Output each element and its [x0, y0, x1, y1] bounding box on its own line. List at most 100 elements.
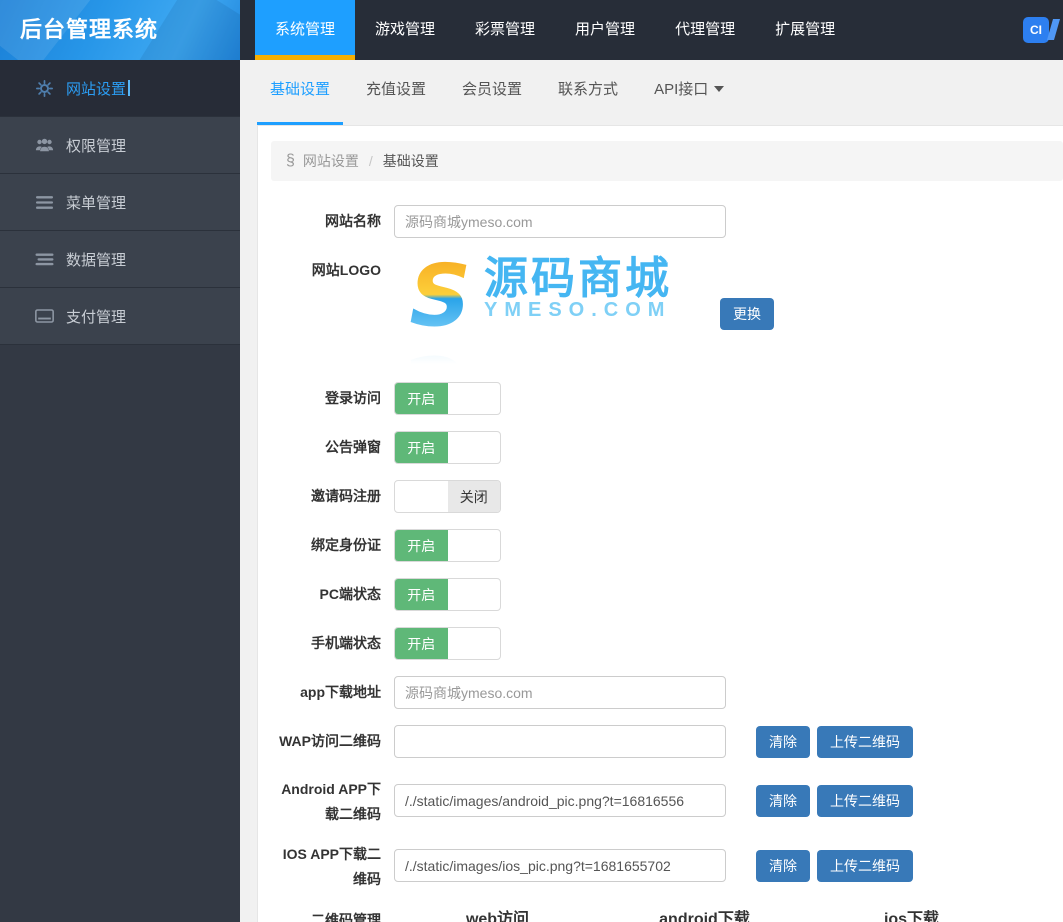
sidebar-item-site-settings[interactable]: 网站设置: [0, 60, 240, 117]
site-name-input[interactable]: [394, 205, 726, 238]
top-tab-label: 代理管理: [675, 21, 736, 38]
menu-icon: [33, 195, 55, 209]
qr-col-web: web访问: [394, 904, 601, 922]
brand-logo-panel: 后台管理系统: [0, 0, 240, 60]
logo-en-text: YMESO.COM: [484, 299, 672, 322]
sidebar-item-label: 权限管理: [66, 137, 127, 155]
top-tab-label: 彩票管理: [475, 21, 536, 38]
field-label: 网站LOGO: [311, 262, 381, 278]
breadcrumb-link[interactable]: 网站设置: [303, 151, 359, 171]
clear-button[interactable]: 清除: [756, 849, 810, 882]
toggle-id-binding[interactable]: 开启: [394, 529, 501, 562]
upload-qr-button[interactable]: 上传二维码: [817, 784, 913, 817]
subtab-contact[interactable]: 联系方式: [545, 60, 631, 125]
sidebar-item-label: 网站设置: [66, 80, 127, 98]
subtab-label: 充值设置: [366, 81, 427, 98]
form-row-site-name: 网站名称: [271, 205, 1063, 238]
field-label: Android APP下载二维码: [281, 781, 381, 822]
form-row-invite-code: 邀请码注册 关闭: [271, 480, 1063, 513]
clear-button[interactable]: 清除: [756, 725, 810, 758]
subtab-api-dropdown[interactable]: API接口: [641, 60, 737, 125]
upload-qr-button[interactable]: 上传二维码: [817, 849, 913, 882]
toggle-off-segment: [448, 628, 501, 659]
toggle-pc-status[interactable]: 开启: [394, 578, 501, 611]
toggle-on-label: 开启: [395, 383, 448, 414]
top-tab-game[interactable]: 游戏管理: [355, 0, 455, 60]
form-row-android-qr: Android APP下载二维码 清除 上传二维码: [271, 774, 1063, 827]
top-tab-label: 系统管理: [275, 21, 336, 38]
data-icon: [33, 253, 55, 266]
qr-col-ios: ios下载: [808, 904, 1015, 922]
form-row-wap-qr: WAP访问二维码 清除 上传二维码: [271, 725, 1063, 758]
settings-card: § 网站设置 / 基础设置 网站名称 网站LOGO: [257, 125, 1063, 922]
sidebar-item-menu[interactable]: 菜单管理: [0, 174, 240, 231]
toggle-off-segment: [448, 530, 501, 561]
sidebar-item-label: 菜单管理: [66, 194, 127, 212]
form-row-pc-status: PC端状态 开启: [271, 578, 1063, 611]
subtab-label: 会员设置: [462, 81, 523, 98]
toggle-on-segment: [395, 481, 448, 512]
field-label: 手机端状态: [311, 635, 381, 651]
subtab-label: 基础设置: [270, 81, 331, 98]
sidebar-item-permissions[interactable]: 权限管理: [0, 117, 240, 174]
android-qr-input[interactable]: [394, 784, 726, 817]
toggle-login-access[interactable]: 开启: [394, 382, 501, 415]
top-tab-label: 扩展管理: [775, 21, 836, 38]
change-logo-button[interactable]: 更换: [720, 298, 774, 330]
top-bar: 后台管理系统 系统管理 游戏管理 彩票管理 用户管理 代理管理 扩展管理 CI: [0, 0, 1063, 60]
sidebar: 网站设置 权限管理 菜单管理 数据管理 支付管理: [0, 60, 240, 922]
ios-qr-input[interactable]: [394, 849, 726, 882]
subtab-member-settings[interactable]: 会员设置: [449, 60, 535, 125]
top-tab-system[interactable]: 系统管理: [255, 0, 356, 60]
field-label: PC端状态: [319, 586, 381, 602]
toggle-mobile-status[interactable]: 开启: [394, 627, 501, 660]
top-tab-lottery[interactable]: 彩票管理: [455, 0, 555, 60]
form-row-id-binding: 绑定身份证 开启: [271, 529, 1063, 562]
breadcrumb: § 网站设置 / 基础设置: [271, 141, 1063, 181]
sidebar-item-data[interactable]: 数据管理: [0, 231, 240, 288]
field-label: 绑定身份证: [311, 537, 381, 553]
site-logo-image: S 源码商城 YMESO.COM S: [394, 254, 694, 366]
subtab-recharge-settings[interactable]: 充值设置: [353, 60, 439, 125]
form-row-qr-manage: 二维码管理 web访问 android下载 ios下载: [271, 904, 1063, 922]
top-tab-user[interactable]: 用户管理: [555, 0, 655, 60]
user-avatar-badge[interactable]: CI: [1023, 17, 1061, 43]
toggle-on-label: 开启: [395, 432, 448, 463]
sidebar-item-payment[interactable]: 支付管理: [0, 288, 240, 345]
form-row-mobile-status: 手机端状态 开启: [271, 627, 1063, 660]
field-label: IOS APP下载二维码: [282, 846, 381, 887]
form-row-site-logo: 网站LOGO S 源码商城 YMESO.COM 更换: [271, 254, 1063, 366]
qr-col-header: web访问: [465, 911, 530, 922]
top-tab-extension[interactable]: 扩展管理: [755, 0, 855, 60]
top-tab-agent[interactable]: 代理管理: [655, 0, 755, 60]
top-nav: 系统管理 游戏管理 彩票管理 用户管理 代理管理 扩展管理: [240, 0, 855, 60]
subtab-basic-settings[interactable]: 基础设置: [257, 60, 344, 125]
logo-reflection: S 源码商城 YMESO.COM: [394, 342, 694, 366]
breadcrumb-separator: /: [368, 153, 373, 169]
bank-card-icon: [33, 309, 55, 323]
toggle-off-segment: [448, 579, 501, 610]
field-label: 登录访问: [325, 390, 381, 406]
toggle-on-label: 开启: [395, 530, 448, 561]
form-row-announcement-popup: 公告弹窗 开启: [271, 431, 1063, 464]
clear-button[interactable]: 清除: [756, 784, 810, 817]
app-download-input[interactable]: [394, 676, 726, 709]
subtab-label: 联系方式: [558, 81, 619, 98]
admin-app: 后台管理系统 系统管理 游戏管理 彩票管理 用户管理 代理管理 扩展管理 CI: [0, 0, 1063, 922]
site-logo-zone: S 源码商城 YMESO.COM S: [394, 254, 774, 366]
qr-col-header: android下载: [659, 911, 750, 922]
toggle-invite-code-register[interactable]: 关闭: [394, 480, 501, 513]
logo-cn-text: 源码商城: [484, 254, 672, 303]
text-cursor: [128, 80, 131, 96]
top-tab-label: 用户管理: [575, 21, 636, 38]
user-badge-text: CI: [1030, 23, 1042, 37]
toggle-on-label: 开启: [395, 628, 448, 659]
link-icon: §: [286, 152, 295, 169]
upload-qr-button[interactable]: 上传二维码: [817, 725, 913, 758]
users-icon: [33, 138, 55, 152]
wap-qr-input[interactable]: [394, 725, 726, 758]
field-label: 网站名称: [325, 213, 381, 229]
qr-manage-columns: web访问 android下载 ios下载: [394, 904, 1015, 922]
breadcrumb-current: 基础设置: [382, 153, 439, 169]
toggle-announcement-popup[interactable]: 开启: [394, 431, 501, 464]
